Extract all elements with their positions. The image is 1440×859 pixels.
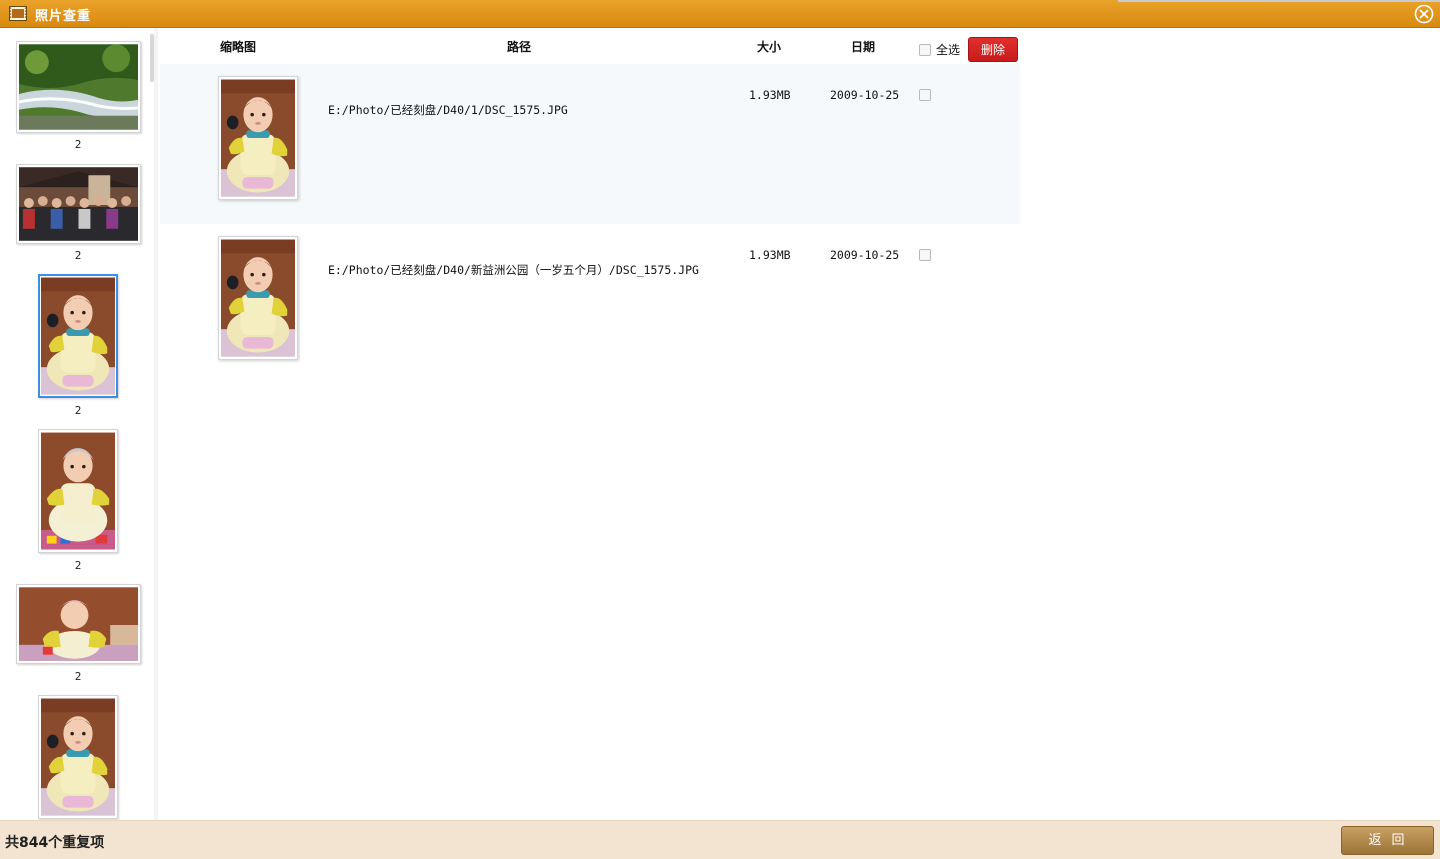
group-duplicate-count: 2 [74, 138, 82, 151]
file-path: E:/Photo/已经刻盘/D40/新益洲公园（一岁五个月）/DSC_1575.… [328, 263, 699, 277]
titlebar-divider [1118, 0, 1440, 2]
scrollbar-thumb[interactable] [150, 34, 154, 82]
column-header-thumbnail: 缩略图 [220, 40, 257, 54]
row-checkbox[interactable] [919, 249, 931, 261]
film-icon [9, 6, 27, 21]
duplicate-group-list[interactable]: 2 2 2 2 2 [0, 28, 158, 820]
baby-portrait-image [221, 79, 295, 197]
baby-with-hat-image [19, 587, 138, 661]
river-landscape-image [19, 44, 138, 130]
group-thumbnail[interactable] [38, 695, 118, 819]
back-button[interactable]: 返回 [1341, 826, 1434, 855]
baby-portrait-image [41, 698, 115, 816]
baby-portrait-image [221, 239, 295, 357]
file-thumbnail[interactable] [218, 76, 298, 200]
row-checkbox[interactable] [919, 89, 931, 101]
group-thumbnail[interactable] [16, 41, 141, 133]
select-all-checkbox[interactable] [919, 44, 931, 56]
file-size: 1.93MB [749, 248, 791, 262]
table-row[interactable]: E:/Photo/已经刻盘/D40/新益洲公园（一岁五个月）/DSC_1575.… [160, 224, 1020, 384]
group-thumbnail[interactable] [16, 164, 141, 244]
select-all-label[interactable]: 全选 [936, 41, 960, 58]
group-duplicate-count: 2 [74, 559, 82, 572]
baby-portrait-image [41, 432, 115, 550]
close-icon[interactable] [1414, 4, 1434, 24]
file-path: E:/Photo/已经刻盘/D40/1/DSC_1575.JPG [328, 103, 568, 117]
file-date: 2009-10-25 [830, 88, 900, 102]
group-thumbnail[interactable] [16, 584, 141, 664]
column-header-date: 日期 [851, 40, 876, 54]
duplicate-file-table: 缩略图 路径 大小 日期 全选 删除 E:/Photo/已经刻盘/D40/1/D… [160, 28, 1440, 820]
group-thumbnail[interactable] [38, 429, 118, 553]
group-duplicate-count: 2 [74, 670, 82, 683]
file-thumbnail[interactable] [218, 236, 298, 360]
file-date: 2009-10-25 [830, 248, 900, 262]
delete-button[interactable]: 删除 [968, 37, 1018, 62]
window-title: 照片查重 [35, 9, 92, 24]
group-thumbnail-selected[interactable] [38, 274, 118, 398]
group-photo-image [19, 167, 138, 241]
file-size: 1.93MB [749, 88, 791, 102]
group-duplicate-count: 2 [74, 249, 82, 262]
group-duplicate-count: 2 [74, 404, 82, 417]
status-bar: 共844个重复项 返回 [0, 820, 1440, 859]
title-bar: 照片查重 [0, 0, 1440, 28]
column-header-path: 路径 [507, 40, 532, 54]
duplicate-summary: 共844个重复项 [5, 835, 105, 851]
table-row[interactable]: E:/Photo/已经刻盘/D40/1/DSC_1575.JPG 1.93MB … [160, 64, 1020, 224]
baby-portrait-image [41, 277, 115, 395]
column-header-size: 大小 [757, 40, 782, 54]
